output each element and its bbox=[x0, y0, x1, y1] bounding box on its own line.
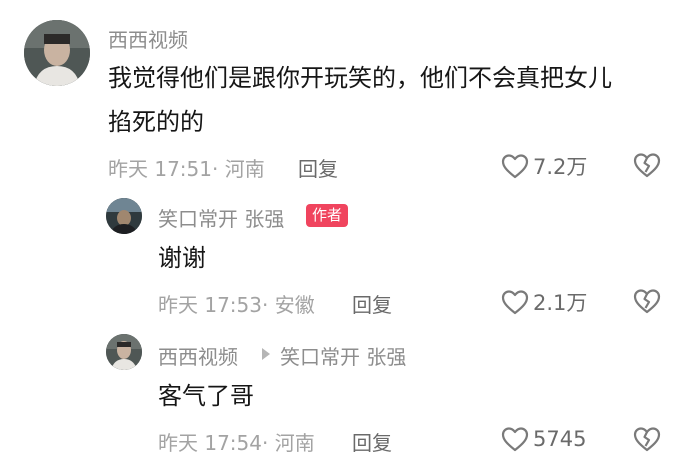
comment-meta: 昨天 17:51· 河南 bbox=[108, 153, 265, 182]
comment-author[interactable]: 西西视频 bbox=[108, 24, 188, 53]
comment-location: 河南 bbox=[274, 431, 315, 455]
like-count: 7.2万 bbox=[533, 155, 588, 179]
like-button[interactable]: 7.2万 bbox=[500, 151, 587, 181]
reply-button[interactable]: 回复 bbox=[352, 289, 392, 318]
heart-outline-icon bbox=[501, 427, 529, 452]
reply-button[interactable]: 回复 bbox=[352, 427, 392, 456]
comment-meta: 昨天 17:54· 河南 bbox=[158, 427, 315, 456]
meta-separator: · bbox=[262, 293, 275, 317]
avatar[interactable] bbox=[106, 198, 142, 234]
comment-text-line: 掐死的的 bbox=[108, 108, 204, 136]
like-button[interactable]: 5745 bbox=[500, 425, 586, 453]
like-count: 5745 bbox=[533, 427, 587, 451]
comment-text: 谢谢 bbox=[158, 244, 206, 272]
broken-heart-icon bbox=[633, 153, 661, 178]
avatar[interactable] bbox=[106, 334, 142, 370]
comment-text-line: 我觉得他们是跟你开玩笑的，他们不会真把女儿 bbox=[108, 64, 612, 92]
meta-separator: · bbox=[262, 431, 275, 455]
like-button[interactable]: 2.1万 bbox=[500, 287, 587, 317]
broken-heart-icon bbox=[633, 289, 661, 314]
author-badge: 作者 bbox=[306, 204, 349, 227]
avatar[interactable] bbox=[24, 20, 90, 86]
dislike-button[interactable] bbox=[632, 425, 662, 457]
dislike-button[interactable] bbox=[632, 151, 662, 183]
comment-time: 昨天 17:53 bbox=[158, 293, 262, 317]
comment-location: 安徽 bbox=[274, 293, 315, 317]
heart-outline-icon bbox=[501, 154, 529, 179]
reply-button[interactable]: 回复 bbox=[298, 153, 338, 182]
heart-outline-icon bbox=[501, 290, 529, 315]
comment-location: 河南 bbox=[224, 157, 265, 181]
comment-author[interactable]: 西西视频 bbox=[158, 341, 238, 370]
reply-to-user[interactable]: 笑口常开 张强 bbox=[280, 341, 406, 370]
comment-author[interactable]: 笑口常开 张强 bbox=[158, 203, 284, 232]
play-triangle-icon bbox=[262, 348, 270, 360]
meta-separator: · bbox=[212, 157, 225, 181]
comment-meta: 昨天 17:53· 安徽 bbox=[158, 289, 315, 318]
comment-text: 客气了哥 bbox=[158, 382, 254, 410]
comment-time: 昨天 17:54 bbox=[158, 431, 262, 455]
broken-heart-icon bbox=[633, 427, 661, 452]
like-count: 2.1万 bbox=[533, 291, 588, 315]
dislike-button[interactable] bbox=[632, 287, 662, 319]
comment-time: 昨天 17:51 bbox=[108, 157, 212, 181]
comment-text: 我觉得他们是跟你开玩笑的，他们不会真把女儿 掐死的的 bbox=[108, 56, 668, 144]
